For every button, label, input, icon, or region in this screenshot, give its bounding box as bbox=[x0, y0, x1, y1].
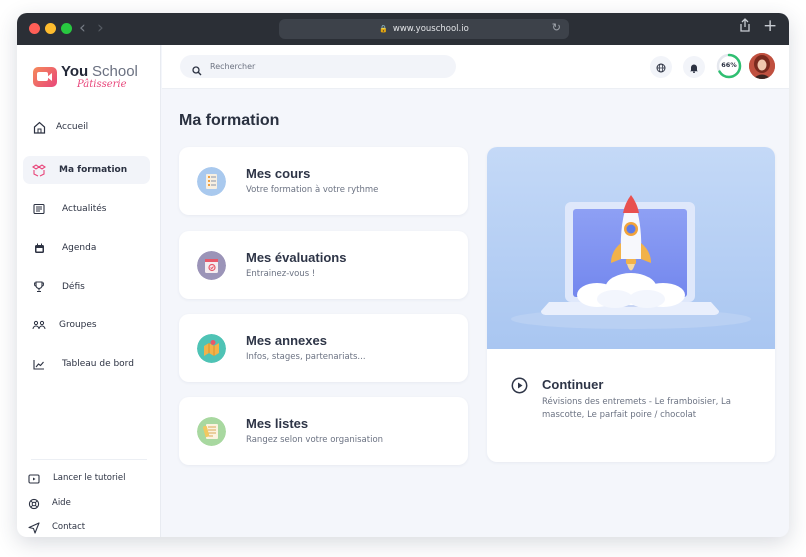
sidebar-footer-label: Contact bbox=[52, 522, 86, 532]
card-mes-cours[interactable]: Mes cours Votre formation à votre rythme bbox=[179, 147, 468, 215]
chart-icon bbox=[31, 356, 47, 372]
new-tab-icon[interactable]: + bbox=[763, 16, 777, 36]
continue-card[interactable]: Continuer Révisions des entremets - Le f… bbox=[487, 147, 775, 462]
search-box[interactable] bbox=[180, 55, 456, 78]
browser-titlebar: ‹ › 🔒 www.youschool.io ↻ + bbox=[17, 13, 789, 45]
topbar: 66% bbox=[162, 45, 789, 89]
notifications-button[interactable] bbox=[683, 56, 705, 78]
news-icon bbox=[31, 201, 47, 217]
youschool-logo[interactable]: You School Pâtisserie bbox=[33, 63, 145, 93]
sidebar-footer-contact[interactable]: Contact bbox=[23, 518, 150, 537]
group-icon bbox=[31, 317, 47, 333]
card-mes-listes[interactable]: Mes listes Rangez selon votre organisati… bbox=[179, 397, 468, 465]
sidebar-footer-label: Aide bbox=[52, 498, 71, 508]
card-title: Mes cours bbox=[246, 166, 311, 181]
globe-icon bbox=[656, 58, 666, 77]
search-icon bbox=[192, 61, 202, 76]
trophy-icon bbox=[31, 279, 47, 295]
card-title: Mes évaluations bbox=[246, 250, 347, 265]
rocket-laptop-illustration bbox=[487, 147, 775, 349]
sidebar: You School Pâtisserie Accueil Ma formati… bbox=[17, 45, 161, 537]
sidebar-footer-label: Lancer le tutoriel bbox=[53, 473, 126, 483]
calendar-icon bbox=[31, 240, 47, 256]
camera-logo-icon bbox=[33, 67, 57, 87]
card-subtitle: Rangez selon votre organisation bbox=[246, 435, 384, 445]
reload-icon[interactable]: ↻ bbox=[552, 21, 561, 34]
sidebar-item-actualites[interactable]: Actualités bbox=[23, 195, 150, 223]
card-subtitle: Votre formation à votre rythme bbox=[246, 185, 379, 195]
address-bar[interactable]: 🔒 www.youschool.io ↻ bbox=[279, 19, 569, 39]
sidebar-item-label: Actualités bbox=[62, 204, 107, 214]
logo-text-you: You bbox=[61, 63, 89, 80]
sidebar-item-ma-formation[interactable]: Ma formation bbox=[23, 156, 150, 184]
sidebar-item-accueil[interactable]: Accueil bbox=[23, 113, 150, 141]
sidebar-item-label: Accueil bbox=[56, 122, 89, 132]
card-title: Mes listes bbox=[246, 416, 309, 431]
url-text: www.youschool.io bbox=[392, 24, 469, 34]
home-icon bbox=[31, 119, 47, 135]
progress-label: 66% bbox=[721, 61, 737, 69]
send-icon bbox=[27, 521, 41, 535]
tutorial-icon bbox=[27, 472, 41, 486]
sidebar-footer-tutoriel[interactable]: Lancer le tutoriel bbox=[23, 469, 150, 489]
formation-icon bbox=[31, 162, 47, 178]
logo-tagline: Pâtisserie bbox=[77, 79, 127, 90]
card-subtitle: Entrainez-vous ! bbox=[246, 269, 316, 279]
help-icon bbox=[27, 497, 41, 511]
page-title: Ma formation bbox=[179, 112, 280, 129]
share-icon[interactable] bbox=[739, 18, 751, 36]
sidebar-item-agenda[interactable]: Agenda bbox=[23, 234, 150, 262]
avatar[interactable] bbox=[749, 53, 775, 79]
card-subtitle: Infos, stages, partenariats... bbox=[246, 352, 366, 362]
sidebar-item-defis[interactable]: Défis bbox=[23, 273, 150, 301]
annexes-icon bbox=[197, 334, 226, 363]
sidebar-item-label: Défis bbox=[62, 282, 85, 292]
sidebar-divider bbox=[31, 459, 147, 460]
continue-description: Révisions des entremets - Le framboisier… bbox=[542, 397, 731, 420]
sidebar-item-label: Agenda bbox=[62, 243, 97, 253]
sidebar-item-label: Tableau de bord bbox=[62, 359, 134, 369]
sidebar-item-label: Ma formation bbox=[59, 165, 128, 175]
lists-icon bbox=[197, 417, 226, 446]
sidebar-footer-aide[interactable]: Aide bbox=[23, 494, 150, 514]
card-mes-evaluations[interactable]: Mes évaluations Entrainez-vous ! bbox=[179, 231, 468, 299]
card-title: Mes annexes bbox=[246, 333, 327, 348]
language-button[interactable] bbox=[650, 56, 672, 78]
card-mes-annexes[interactable]: Mes annexes Infos, stages, partenariats.… bbox=[179, 314, 468, 382]
sidebar-item-label: Groupes bbox=[59, 320, 97, 330]
lock-icon: 🔒 bbox=[379, 25, 388, 33]
search-input[interactable] bbox=[210, 58, 450, 75]
continue-title: Continuer bbox=[542, 377, 604, 392]
logo-text-school: School bbox=[92, 63, 138, 80]
sidebar-item-groupes[interactable]: Groupes bbox=[23, 311, 150, 339]
close-window-button[interactable] bbox=[29, 23, 40, 34]
back-arrow-icon[interactable]: ‹ bbox=[79, 18, 86, 38]
play-circle-icon[interactable] bbox=[511, 377, 528, 394]
courses-icon bbox=[197, 167, 226, 196]
forward-arrow-icon[interactable]: › bbox=[97, 18, 104, 38]
sidebar-item-tableau-de-bord[interactable]: Tableau de bord bbox=[23, 350, 150, 378]
evaluations-icon bbox=[197, 251, 226, 280]
browser-window: ‹ › 🔒 www.youschool.io ↻ + You School Pâ… bbox=[17, 13, 789, 537]
minimize-window-button[interactable] bbox=[45, 23, 56, 34]
bell-icon bbox=[689, 58, 699, 77]
maximize-window-button[interactable] bbox=[61, 23, 72, 34]
